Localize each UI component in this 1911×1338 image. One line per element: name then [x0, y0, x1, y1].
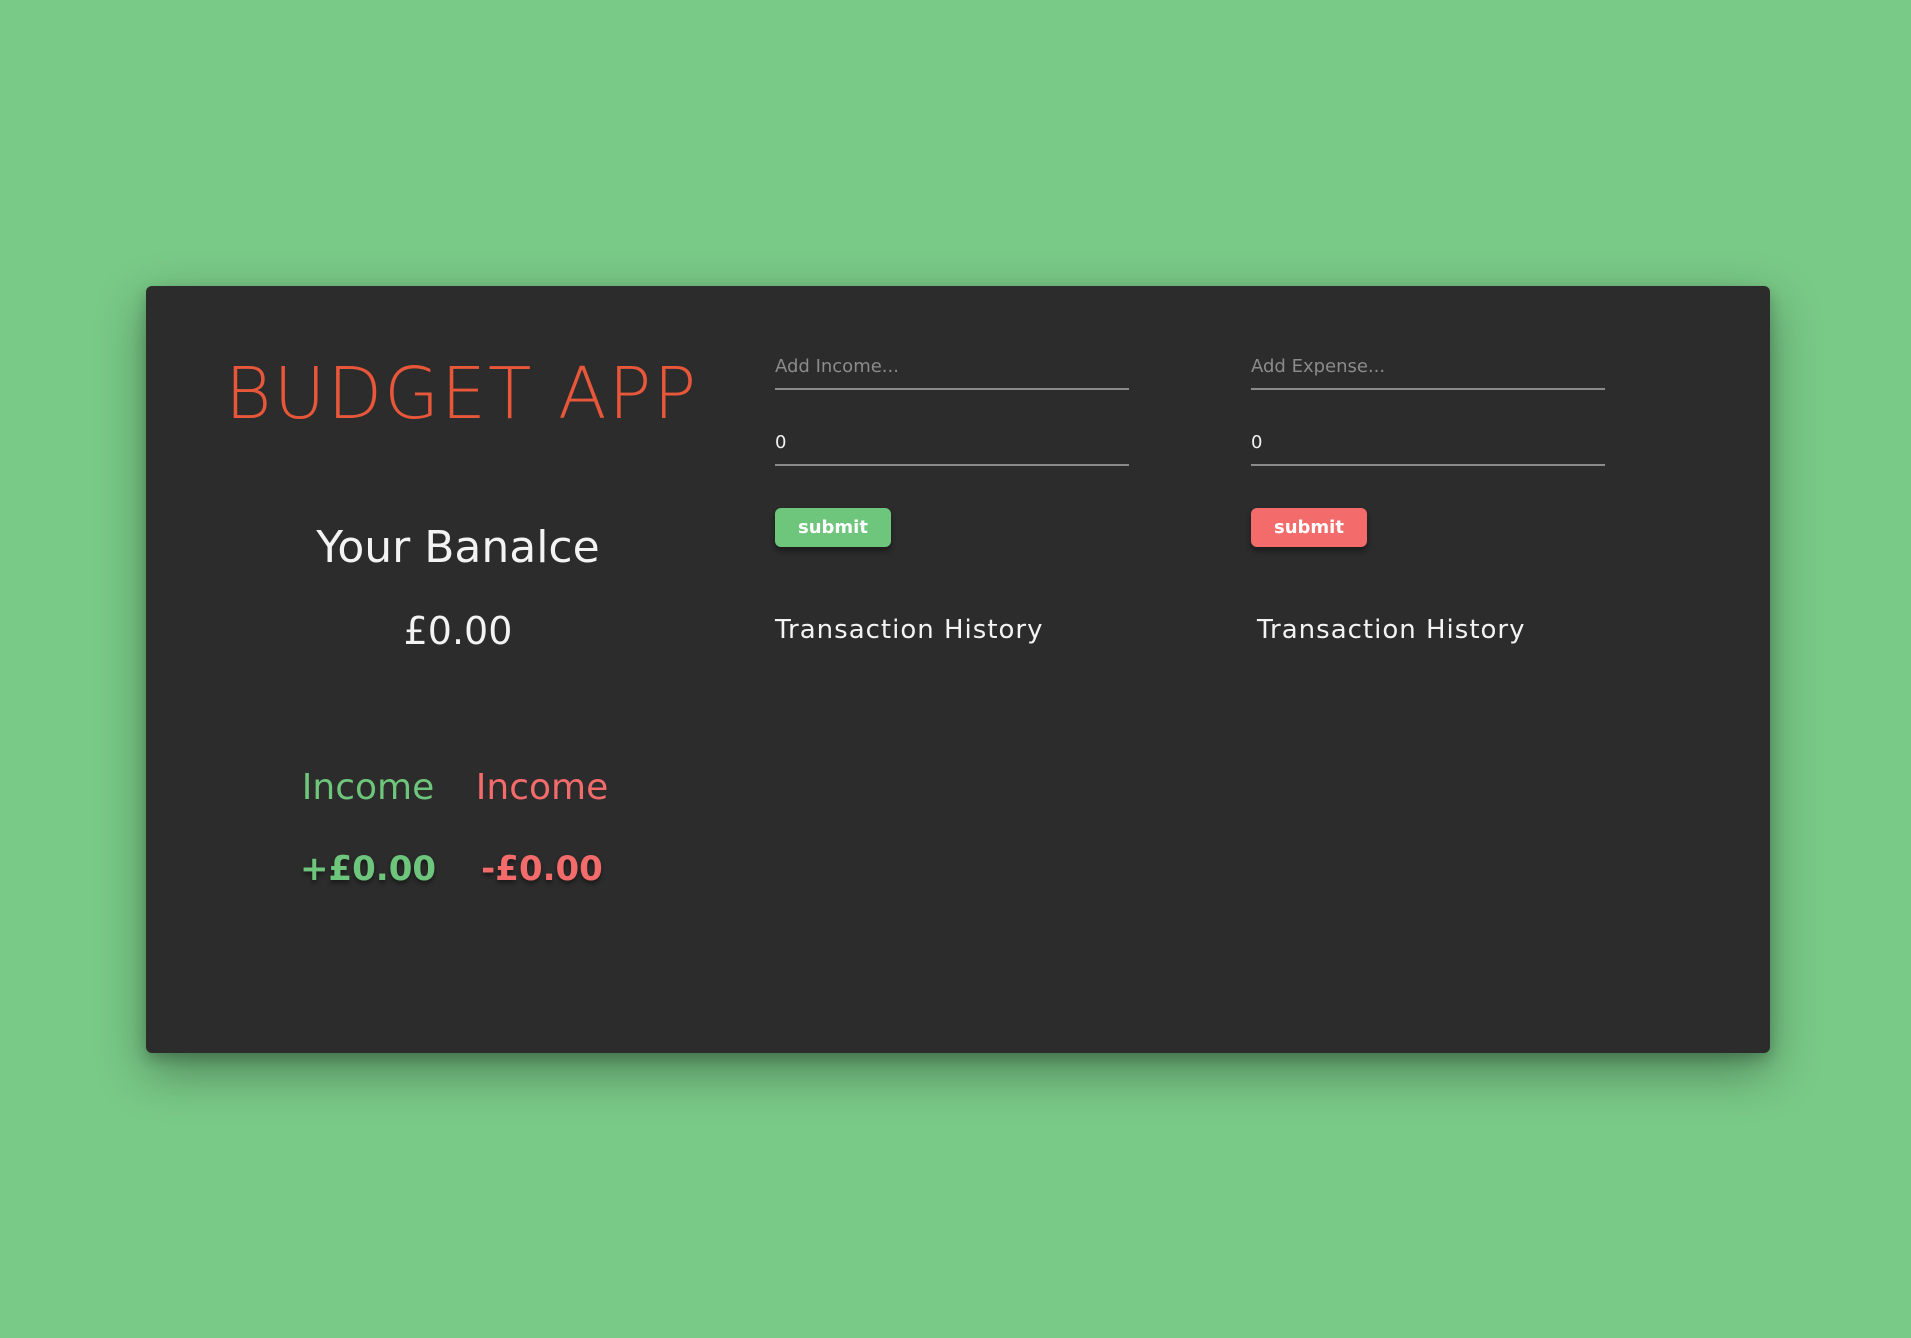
expense-amount-input[interactable]: [1251, 430, 1605, 466]
budget-card: BUDGET APP Your Banalce £0.00 Income +£0…: [146, 286, 1770, 1053]
income-description-input[interactable]: [775, 354, 1129, 390]
expense-form: submit Transaction History: [1251, 354, 1605, 643]
income-form: submit Transaction History: [775, 354, 1129, 643]
expense-description-input[interactable]: [1251, 354, 1605, 390]
expense-summary-value: -£0.00: [481, 849, 603, 889]
app-title: BUDGET APP: [225, 352, 699, 435]
balance-label: Your Banalce: [316, 522, 600, 573]
expense-transaction-history-title: Transaction History: [1257, 615, 1526, 645]
income-summary: Income +£0.00: [283, 767, 453, 889]
expense-summary-label: Income: [475, 767, 609, 808]
income-amount-input[interactable]: [775, 430, 1129, 466]
income-transaction-history-title: Transaction History: [775, 615, 1044, 645]
expense-summary: Income -£0.00: [457, 767, 627, 889]
income-submit-button[interactable]: submit: [775, 508, 891, 547]
balance-amount: £0.00: [403, 609, 513, 653]
income-summary-label: Income: [301, 767, 435, 808]
expense-submit-button[interactable]: submit: [1251, 508, 1367, 547]
income-summary-value: +£0.00: [299, 849, 437, 889]
